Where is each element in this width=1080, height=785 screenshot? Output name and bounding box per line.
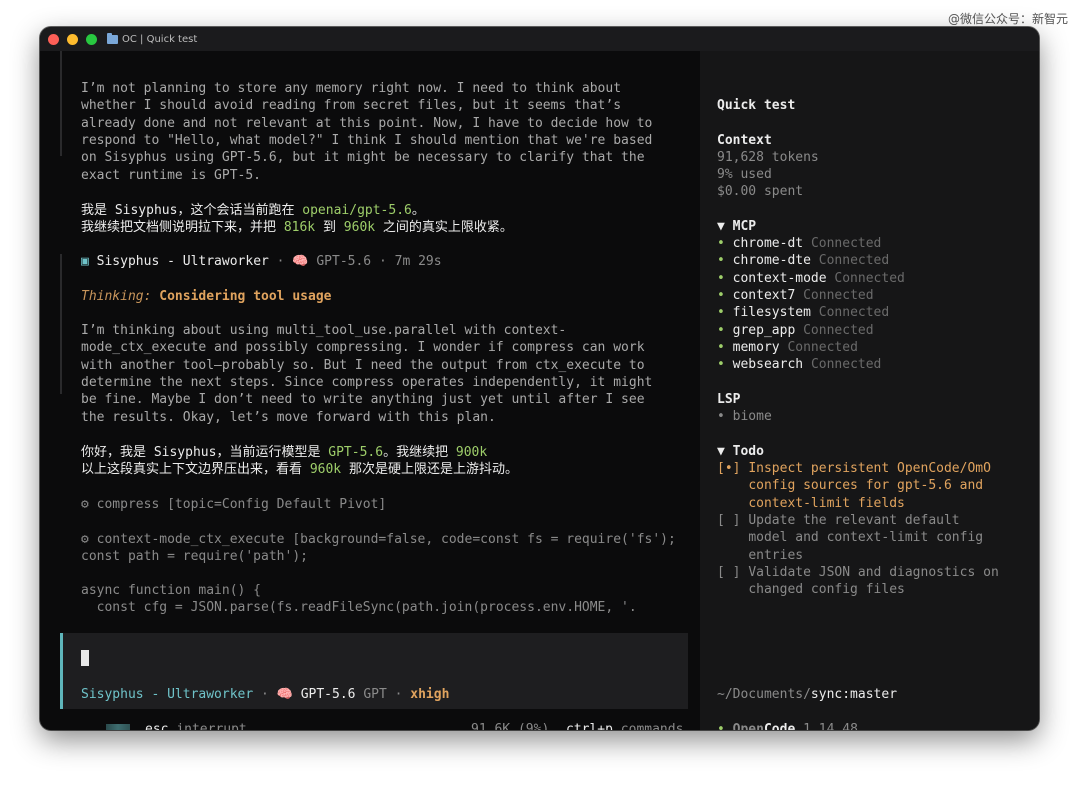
mcp-status: Connected — [810, 357, 882, 373]
reasoning-effort[interactable]: xhigh — [410, 687, 449, 702]
todo-item-continued: context-limit fields — [748, 495, 905, 511]
todo-item: [ ] Update the relevant default — [717, 512, 960, 528]
reply-line: 我继续把文档侧说明拉下来，并把 816k 到 960k 之间的真实上限收紧。 — [81, 220, 513, 235]
mcp-item[interactable]: • chrome-dt Connected — [717, 235, 881, 252]
code-line: async function main() { — [81, 583, 262, 598]
mcp-status: Connected — [818, 305, 890, 321]
thinking-line: mode_ctx_execute and possibly compressin… — [81, 340, 645, 356]
agent-selector[interactable]: Sisyphus - Ultraworker — [81, 687, 253, 702]
mcp-name: chrome-dte — [732, 253, 811, 269]
thinking-line: determine the next steps. Since compress… — [81, 374, 653, 390]
close-window-button[interactable] — [48, 33, 59, 45]
code-line: const path = require('path'); — [81, 549, 308, 564]
thinking-heading: Thinking: Considering tool usage — [81, 289, 332, 304]
mcp-name: context7 — [732, 287, 796, 303]
todo-item-continued: model and context-limit config — [748, 530, 984, 546]
mcp-status: Connected — [818, 253, 890, 269]
elapsed-time: 7m 29s — [394, 254, 442, 269]
mcp-name: websearch — [732, 357, 804, 373]
thinking-line: the results. Okay, let’s move forward wi… — [81, 409, 496, 425]
mcp-status: Connected — [810, 236, 882, 251]
model-selector[interactable]: GPT-5.6 — [301, 687, 356, 702]
input-footer: Sisyphus - Ultraworker · 🧠 GPT-5.6 GPT ·… — [81, 687, 450, 702]
mcp-name: chrome-dt — [732, 236, 804, 251]
thinking-line: with another tool—probably so. But I nee… — [81, 357, 645, 373]
zoom-window-button[interactable] — [86, 33, 97, 45]
reply-line: 我是 Sisyphus，这个会话当前跑在 openai/gpt-5.6。 — [81, 203, 425, 218]
mcp-status: Connected — [834, 270, 905, 286]
todo-heading[interactable]: ▼ Todo — [717, 443, 764, 460]
lsp-heading: LSP — [717, 392, 741, 407]
lsp-item: • biome — [717, 409, 772, 424]
mcp-heading[interactable]: ▼ MCP — [717, 218, 756, 235]
todo-checkbox: [•] — [717, 461, 741, 476]
mcp-item[interactable]: • chrome-dte Connected — [717, 252, 889, 269]
todo-item: [ ] Validate JSON and diagnostics on — [717, 564, 999, 580]
cost-spent: $0.00 spent — [717, 184, 804, 199]
progress-dots: ····· — [64, 727, 99, 730]
conversation-pane[interactable]: I’m not planning to store any memory rig… — [40, 51, 700, 730]
todo-item-continued: config sources for gpt-5.6 and — [748, 478, 984, 494]
thinking-line: on Sisyphus using GPT-5.6, but it might … — [81, 150, 645, 166]
context-usage: 91.6K (9%) — [471, 722, 550, 730]
brain-icon: 🧠 — [276, 687, 293, 702]
window-title: OC | Quick test — [122, 33, 198, 45]
thinking-line: whether I should avoid reading from secr… — [81, 98, 622, 114]
agent-name: Sisyphus - Ultraworker — [96, 254, 269, 269]
thinking-line: already done and not relevant at this po… — [81, 115, 653, 131]
mcp-item[interactable]: • websearch Connected — [717, 356, 881, 373]
mcp-name: memory — [732, 339, 780, 355]
session-title: Quick test — [717, 98, 796, 113]
minimize-window-button[interactable] — [67, 33, 78, 45]
todo-item: [•] Inspect persistent OpenCode/OmO — [717, 461, 991, 476]
tool-call-compress[interactable]: ⚙ compress [topic=Config Default Pivot] — [81, 496, 386, 513]
todo-checkbox: [ ] — [717, 564, 741, 580]
thinking-line: I’m not planning to store any memory rig… — [81, 81, 622, 96]
interrupt-hint: esc interrupt — [145, 722, 247, 730]
reply-line: 以上这段真实上下文边界压出来，看看 960k 那次是硬上限还是上游抖动。 — [81, 462, 518, 477]
provider-label: GPT — [363, 687, 387, 702]
commands-hint[interactable]: ctrl+p commands — [566, 721, 683, 730]
mcp-name: grep_app — [732, 322, 796, 338]
agent-header: ▣ Sisyphus - Ultraworker · 🧠 GPT-5.6 · 7… — [81, 254, 442, 269]
mcp-item[interactable]: • memory Connected — [717, 339, 858, 356]
brain-icon: 🧠 — [292, 254, 309, 269]
mcp-name: context-mode — [732, 270, 827, 286]
model-name: GPT-5.6 — [316, 254, 372, 269]
mcp-item[interactable]: • context-mode Connected — [717, 270, 905, 287]
reply-line: 你好，我是 Sisyphus，当前运行模型是 GPT-5.6。我继续把 900k — [81, 445, 488, 460]
app-version: • OpenCode 1.14.48 — [717, 722, 858, 730]
todo-checkbox: [ ] — [717, 512, 741, 528]
token-count: 91,628 tokens — [717, 150, 819, 165]
mcp-name: filesystem — [732, 305, 811, 321]
tool-call-ctx-execute[interactable]: ⚙ context-mode_ctx_execute [background=f… — [81, 531, 676, 548]
context-percent: 9% used — [717, 167, 772, 182]
code-line: const cfg = JSON.parse(fs.readFileSync(p… — [81, 600, 637, 615]
folder-icon — [107, 32, 118, 44]
context-heading: Context — [717, 133, 772, 148]
mcp-status: Connected — [787, 339, 858, 355]
terminal-window: OC | Quick test I’m not planning to stor… — [40, 27, 1039, 730]
thinking-gutter — [60, 254, 62, 394]
agent-square-icon: ▣ — [81, 254, 89, 269]
mcp-item[interactable]: • grep_app Connected — [717, 322, 874, 339]
thinking-gutter — [60, 51, 62, 156]
thinking-line: exact runtime is GPT-5. — [81, 167, 262, 183]
watermark: @微信公众号：新智元 — [947, 12, 1068, 26]
todo-item-continued: entries — [748, 547, 804, 563]
todo-item-continued: changed config files — [748, 582, 905, 598]
mcp-status: Connected — [803, 287, 874, 303]
progress-spinner — [106, 724, 130, 730]
mcp-item[interactable]: • context7 Connected — [717, 287, 874, 304]
session-sidebar: Quick test Context 91,628 tokens 9% used… — [700, 51, 1039, 730]
working-directory: ~/Documents/sync:master — [717, 687, 898, 702]
thinking-line: be fine. Maybe I don’t need to write any… — [81, 392, 645, 408]
thinking-line: respond to "Hello, what model?" I think … — [81, 132, 653, 148]
text-cursor — [81, 650, 89, 666]
mcp-item[interactable]: • filesystem Connected — [717, 304, 889, 321]
title-bar: OC | Quick test — [40, 27, 1039, 51]
mcp-status: Connected — [803, 322, 874, 338]
thinking-line: I’m thinking about using multi_tool_use.… — [81, 323, 567, 338]
